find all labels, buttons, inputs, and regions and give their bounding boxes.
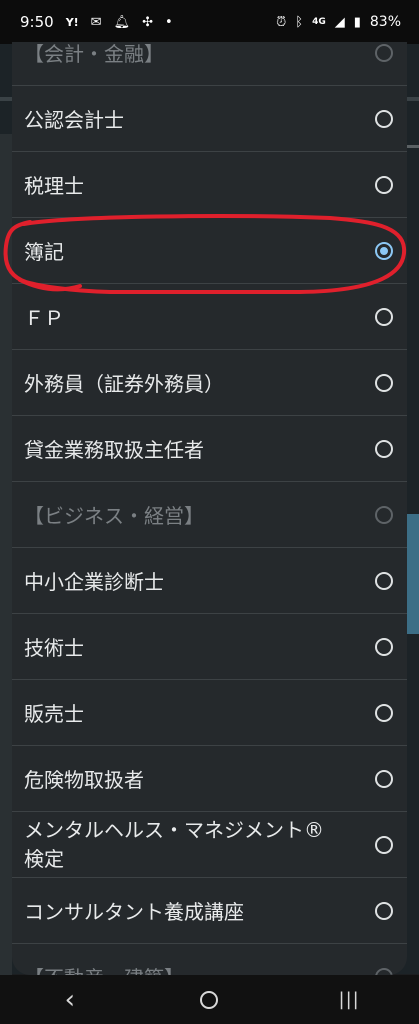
option-list[interactable]: 【会計・金融】 公認会計士税理士簿記 ＦＰ 外務員（証券外務員） 貸金業務取扱主任者 【ビ… xyxy=(12,42,407,975)
fan-icon: ✣ xyxy=(142,14,153,30)
radio-icon[interactable] xyxy=(375,901,393,920)
yahoo-icon: Y! xyxy=(65,15,79,29)
background-accent xyxy=(407,514,419,634)
option-item[interactable]: コンサルタント養成講座 xyxy=(12,878,407,944)
radio-icon[interactable] xyxy=(375,835,393,854)
option-label: 貸金業務取扱主任者 xyxy=(24,438,204,462)
option-label: メンタルヘルス・マネジメント® 検定 xyxy=(24,817,324,871)
radio-icon xyxy=(375,505,393,524)
home-icon xyxy=(200,990,219,1009)
option-item[interactable]: 貸金業務取扱主任者 xyxy=(12,416,407,482)
screen: 9:50 Y! ✉ 🔔︎ ✣ • ⏰︎ ᛒ 4G ◢ ▮ 83% 【会計・金融】… xyxy=(0,0,419,1024)
radio-icon[interactable] xyxy=(375,439,393,458)
bluetooth-icon: ᛒ xyxy=(295,14,304,30)
recents-button[interactable]: ||| xyxy=(319,980,379,1020)
option-label: 【不動産・建築】 xyxy=(24,962,375,975)
home-button[interactable] xyxy=(179,980,239,1020)
option-label: 販売士 xyxy=(24,702,84,726)
dot-icon: • xyxy=(165,14,173,30)
option-item[interactable]: 外務員（証券外務員） xyxy=(12,350,407,416)
radio-icon[interactable] xyxy=(375,373,393,392)
option-item[interactable]: メンタルヘルス・マネジメント® 検定 xyxy=(12,812,407,878)
signal-icon: ◢ xyxy=(334,14,345,30)
radio-selected-icon[interactable] xyxy=(375,241,393,260)
option-item[interactable]: 簿記 xyxy=(12,218,407,284)
battery-percent: 83% xyxy=(369,14,401,30)
option-item[interactable]: 公認会計士 xyxy=(12,86,407,152)
option-item[interactable]: ＦＰ xyxy=(12,284,407,350)
radio-icon xyxy=(375,43,393,62)
battery-icon: ▮ xyxy=(353,14,361,30)
background-edge xyxy=(0,134,12,1014)
option-item[interactable]: 危険物取扱者 xyxy=(12,746,407,812)
back-icon: ‹ xyxy=(64,984,76,1015)
radio-icon[interactable] xyxy=(375,769,393,788)
network-type-label: 4G xyxy=(312,16,326,27)
option-label: 公認会計士 xyxy=(24,108,124,132)
navigation-bar: ‹ ||| xyxy=(0,975,419,1024)
back-button[interactable]: ‹ xyxy=(40,980,100,1020)
status-bar: 9:50 Y! ✉ 🔔︎ ✣ • ⏰︎ ᛒ 4G ◢ ▮ 83% xyxy=(0,0,419,44)
clock: 9:50 xyxy=(20,13,54,31)
option-label: ＦＰ xyxy=(24,306,64,330)
alarm-icon: ⏰︎ xyxy=(276,14,287,30)
radio-icon[interactable] xyxy=(375,703,393,722)
radio-icon[interactable] xyxy=(375,571,393,590)
option-label: 【ビジネス・経営】 xyxy=(24,504,204,528)
radio-icon[interactable] xyxy=(375,637,393,656)
option-label: 外務員（証券外務員） xyxy=(24,372,224,396)
option-item[interactable]: 中小企業診断士 xyxy=(12,548,407,614)
qualification-select-dialog[interactable]: 【会計・金融】 公認会計士税理士簿記 ＦＰ 外務員（証券外務員） 貸金業務取扱主任者 【ビ… xyxy=(12,42,407,975)
option-item[interactable]: 販売士 xyxy=(12,680,407,746)
option-label: 中小企業診断士 xyxy=(24,570,164,594)
radio-icon[interactable] xyxy=(375,109,393,128)
option-item[interactable]: 税理士 xyxy=(12,152,407,218)
radio-icon[interactable] xyxy=(375,175,393,194)
radio-icon[interactable] xyxy=(375,307,393,326)
option-item: 【会計・金融】 xyxy=(12,42,407,86)
option-label: 危険物取扱者 xyxy=(24,768,144,792)
option-item: 【不動産・建築】 xyxy=(12,944,407,975)
recents-icon: ||| xyxy=(338,989,360,1010)
option-item: 【ビジネス・経営】 xyxy=(12,482,407,548)
option-label: 【会計・金融】 xyxy=(24,42,164,66)
option-label: コンサルタント養成講座 xyxy=(24,900,244,924)
mail-icon: ✉ xyxy=(90,14,102,30)
bell-icon: 🔔︎ xyxy=(113,14,131,30)
option-label: 簿記 xyxy=(24,240,64,264)
option-label: 技術士 xyxy=(24,636,84,660)
option-label: 税理士 xyxy=(24,174,84,198)
option-item[interactable]: 技術士 xyxy=(12,614,407,680)
radio-icon xyxy=(375,967,393,975)
